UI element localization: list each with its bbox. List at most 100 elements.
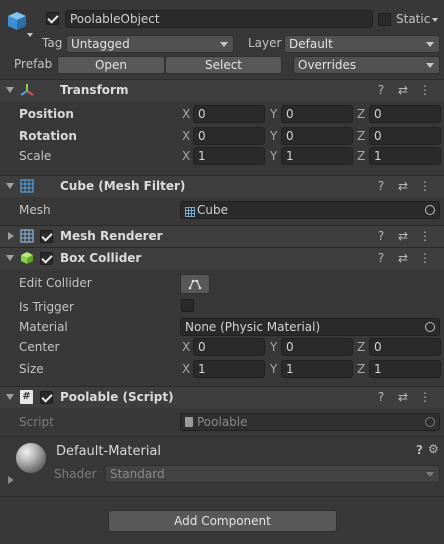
tag-dropdown[interactable]: Untagged bbox=[66, 35, 234, 53]
mesh-filter-title: Cube (Mesh Filter) bbox=[60, 179, 186, 193]
mesh-value: Cube bbox=[197, 203, 228, 217]
position-z-label[interactable]: Z bbox=[357, 107, 365, 121]
prefab-select-button[interactable]: Select bbox=[165, 56, 282, 74]
box-collider-header[interactable]: Box Collider ? ⇄ ⋮ bbox=[0, 247, 444, 269]
position-x-field[interactable]: 0 bbox=[193, 105, 265, 123]
mesh-icon bbox=[185, 205, 195, 218]
chevron-down-icon bbox=[220, 42, 228, 47]
rotation-y-field[interactable]: 0 bbox=[281, 127, 353, 145]
add-component-button[interactable]: Add Component bbox=[108, 510, 337, 532]
shader-value: Standard bbox=[110, 467, 165, 481]
menu-icon[interactable]: ⋮ bbox=[414, 179, 436, 193]
position-y-label[interactable]: Y bbox=[270, 107, 277, 121]
size-y-field[interactable]: 1 bbox=[281, 360, 353, 378]
help-icon[interactable]: ? bbox=[370, 179, 392, 193]
help-icon[interactable]: ? bbox=[370, 251, 392, 265]
center-z-label[interactable]: Z bbox=[357, 340, 365, 354]
center-y-field[interactable]: 0 bbox=[281, 338, 353, 356]
help-icon[interactable]: ? bbox=[370, 390, 392, 404]
static-toggle[interactable] bbox=[378, 13, 391, 26]
menu-icon[interactable]: ⋮ bbox=[414, 390, 436, 404]
scale-y-label[interactable]: Y bbox=[270, 149, 277, 163]
center-x-field[interactable]: 0 bbox=[193, 338, 265, 356]
presets-icon[interactable]: ⇄ bbox=[392, 83, 414, 97]
fold-arrow-icon[interactable] bbox=[6, 394, 14, 400]
menu-icon[interactable]: ⋮ bbox=[414, 83, 436, 97]
script-label: Script bbox=[19, 415, 54, 429]
fold-arrow-icon[interactable] bbox=[6, 255, 14, 261]
shader-label: Shader bbox=[54, 467, 97, 481]
prefab-label: Prefab bbox=[14, 57, 53, 71]
collider-material-value: None (Physic Material) bbox=[185, 320, 321, 334]
rotation-x-label[interactable]: X bbox=[182, 129, 190, 143]
fold-arrow-icon[interactable] bbox=[8, 232, 14, 240]
size-z-label[interactable]: Z bbox=[357, 362, 365, 376]
material-preview-sphere bbox=[16, 443, 46, 473]
object-picker-icon[interactable] bbox=[425, 322, 435, 332]
size-x-label[interactable]: X bbox=[182, 362, 190, 376]
mesh-renderer-title: Mesh Renderer bbox=[60, 229, 163, 243]
tag-label: Tag bbox=[42, 36, 63, 50]
size-y-label[interactable]: Y bbox=[270, 362, 277, 376]
box-collider-enabled-toggle[interactable] bbox=[40, 252, 53, 265]
menu-icon[interactable]: ⋮ bbox=[414, 251, 436, 265]
layer-value: Default bbox=[289, 37, 333, 51]
position-y-field[interactable]: 0 bbox=[281, 105, 353, 123]
static-dropdown-icon[interactable] bbox=[432, 18, 438, 22]
collider-material-field[interactable]: None (Physic Material) bbox=[180, 318, 440, 336]
active-toggle[interactable] bbox=[46, 12, 59, 25]
mesh-renderer-header[interactable]: Mesh Renderer ? ⇄ ⋮ bbox=[0, 225, 444, 247]
edit-collider-button[interactable] bbox=[180, 274, 210, 294]
is-trigger-checkbox[interactable] bbox=[181, 299, 194, 312]
mesh-field[interactable]: Cube bbox=[180, 201, 440, 219]
transform-icon bbox=[20, 83, 34, 100]
scale-y-field[interactable]: 1 bbox=[281, 147, 353, 165]
prefab-open-button[interactable]: Open bbox=[57, 56, 165, 74]
prefab-overrides-dropdown[interactable]: Overrides bbox=[293, 56, 440, 74]
transform-title: Transform bbox=[60, 83, 129, 97]
rotation-y-label[interactable]: Y bbox=[270, 129, 277, 143]
help-icon[interactable]: ? bbox=[370, 83, 392, 97]
center-y-label[interactable]: Y bbox=[270, 340, 277, 354]
size-z-field[interactable]: 1 bbox=[369, 360, 441, 378]
mesh-filter-header[interactable]: Cube (Mesh Filter) ? ⇄ ⋮ bbox=[0, 175, 444, 197]
material-gear-icon[interactable]: ⚙ bbox=[428, 442, 439, 456]
menu-icon[interactable]: ⋮ bbox=[414, 229, 436, 243]
presets-icon[interactable]: ⇄ bbox=[392, 251, 414, 265]
presets-icon[interactable]: ⇄ bbox=[392, 390, 414, 404]
object-name-field[interactable]: PoolableObject bbox=[65, 10, 373, 28]
poolable-enabled-toggle[interactable] bbox=[40, 391, 53, 404]
layer-dropdown[interactable]: Default bbox=[284, 35, 440, 53]
gameobject-icon bbox=[6, 10, 28, 32]
fold-arrow-icon[interactable] bbox=[6, 87, 14, 93]
help-icon[interactable]: ? bbox=[370, 229, 392, 243]
position-z-field[interactable]: 0 bbox=[369, 105, 441, 123]
center-z-field[interactable]: 0 bbox=[369, 338, 441, 356]
object-picker-icon bbox=[425, 417, 435, 427]
gameobject-icon-dropdown-icon[interactable] bbox=[27, 33, 33, 37]
rotation-x-field[interactable]: 0 bbox=[193, 127, 265, 145]
material-help-icon[interactable]: ? bbox=[416, 443, 423, 457]
presets-icon[interactable]: ⇄ bbox=[392, 179, 414, 193]
size-x-field[interactable]: 1 bbox=[193, 360, 265, 378]
shader-dropdown[interactable]: Standard bbox=[105, 465, 440, 483]
scale-x-label[interactable]: X bbox=[182, 149, 190, 163]
box-collider-icon bbox=[20, 251, 34, 268]
fold-arrow-icon[interactable] bbox=[6, 183, 14, 189]
scale-z-field[interactable]: 1 bbox=[369, 147, 441, 165]
transform-header[interactable]: Transform ? ⇄ ⋮ bbox=[0, 79, 444, 101]
position-x-label[interactable]: X bbox=[182, 107, 190, 121]
scale-z-label[interactable]: Z bbox=[357, 149, 365, 163]
poolable-script-header[interactable]: # Poolable (Script) ? ⇄ ⋮ bbox=[0, 386, 444, 408]
rotation-z-label[interactable]: Z bbox=[357, 129, 365, 143]
script-value: Poolable bbox=[197, 415, 248, 429]
bottom-divider bbox=[0, 496, 444, 497]
rotation-z-field[interactable]: 0 bbox=[369, 127, 441, 145]
presets-icon[interactable]: ⇄ bbox=[392, 229, 414, 243]
object-picker-icon[interactable] bbox=[425, 205, 435, 215]
mesh-renderer-enabled-toggle[interactable] bbox=[40, 230, 53, 243]
rotation-label: Rotation bbox=[19, 129, 77, 143]
center-x-label[interactable]: X bbox=[182, 340, 190, 354]
scale-x-field[interactable]: 1 bbox=[193, 147, 265, 165]
material-fold-arrow-icon[interactable] bbox=[8, 476, 14, 484]
